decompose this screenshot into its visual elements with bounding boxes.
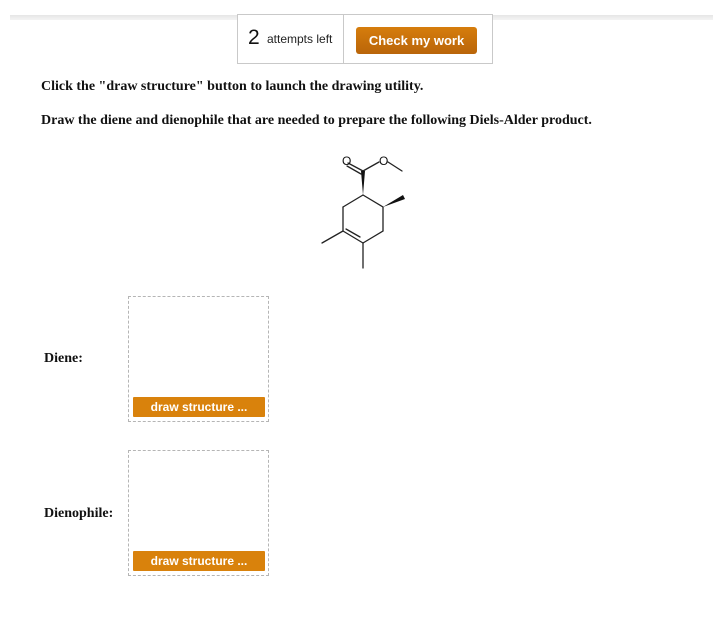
bond-o-methyl [387, 161, 403, 172]
diels-alder-product-structure: O O [321, 154, 405, 269]
bond-c1-c2 [362, 194, 384, 208]
attempts-panel: 2 attempts left Check my work [237, 14, 493, 64]
wedge-ester [361, 171, 365, 195]
attempts-divider [343, 15, 344, 63]
atom-label-ester-o: O [379, 154, 388, 168]
bond-c4-c5-double [345, 228, 361, 238]
atom-label-carbonyl-o: O [342, 154, 351, 168]
diene-label: Diene: [44, 351, 83, 366]
attempts-label: attempts left [267, 32, 333, 46]
dienophile-draw-structure-button[interactable]: draw structure ... [133, 551, 265, 571]
dienophile-label: Dienophile: [44, 506, 114, 521]
bond-methyl-c5 [321, 230, 344, 244]
instruction-launch: Click the "draw structure" button to lau… [41, 79, 424, 94]
attempts-count: 2 [248, 26, 260, 49]
bond-c6-c1 [342, 194, 364, 208]
instruction-question: Draw the diene and dienophile that are n… [41, 113, 592, 128]
diene-draw-structure-button[interactable]: draw structure ... [133, 397, 265, 417]
diene-drawing-area[interactable]: draw structure ... [128, 296, 269, 422]
dienophile-drawing-area[interactable]: draw structure ... [128, 450, 269, 576]
bond-c3-c4 [362, 230, 384, 244]
wedge-methyl [383, 195, 405, 207]
bond-carbonyl-c-o [362, 161, 380, 172]
check-my-work-button[interactable]: Check my work [356, 27, 477, 54]
